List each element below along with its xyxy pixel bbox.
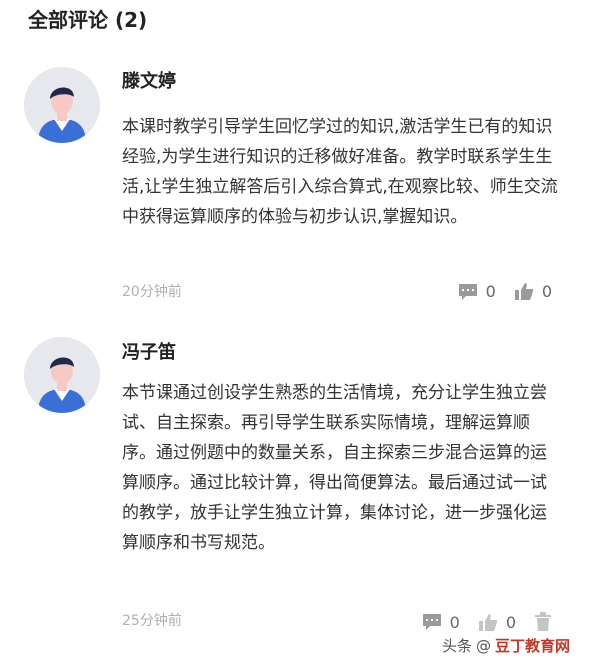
reply-count: 0 [485,282,496,301]
comment-bubble-icon [422,613,442,631]
comment-actions: 0 0 [422,612,552,632]
comment-actions: 0 0 [458,282,552,301]
reply-button[interactable]: 0 [458,282,496,301]
comments-section-title: 全部评论 (2) [28,8,148,32]
comment-content: 本节课通过创设学生熟悉的生活情境，充分让学生独立尝试、自主探索。再引导学生联系实… [122,383,547,553]
watermark-prefix: 头条 [441,637,472,655]
comments-page: 全部评论 (2) 滕文婷 本课时教学引导学生回忆学过的知识,激活学生已有的知识经… [0,0,600,666]
trash-icon [534,612,552,632]
default-user-avatar-icon[interactable] [24,337,100,413]
watermark-at: @ [475,636,491,655]
reply-count: 0 [449,612,460,632]
comment-username[interactable]: 滕文婷 [122,70,176,94]
comment-timestamp: 20分钟前 [122,284,182,300]
watermark-site: 豆丁教育网 [494,637,570,655]
delete-button[interactable] [534,612,552,632]
like-button[interactable]: 0 [478,613,516,632]
comment-bubble-icon [458,283,478,301]
like-count: 0 [505,612,516,632]
comment-username[interactable]: 冯子笛 [122,341,176,365]
watermark: 头条 @ 豆丁教育网 [442,635,570,656]
like-button[interactable]: 0 [514,282,552,301]
thumbs-up-icon [514,282,534,301]
comment-content: 本课时教学引导学生回忆学过的知识,激活学生已有的知识经验,为学生进行知识的迁移做… [122,117,558,227]
thumbs-up-icon [478,613,498,632]
comment-timestamp: 25分钟前 [122,613,182,629]
reply-button[interactable]: 0 [422,613,460,632]
like-count: 0 [541,282,552,301]
default-user-avatar-icon[interactable] [24,67,100,143]
